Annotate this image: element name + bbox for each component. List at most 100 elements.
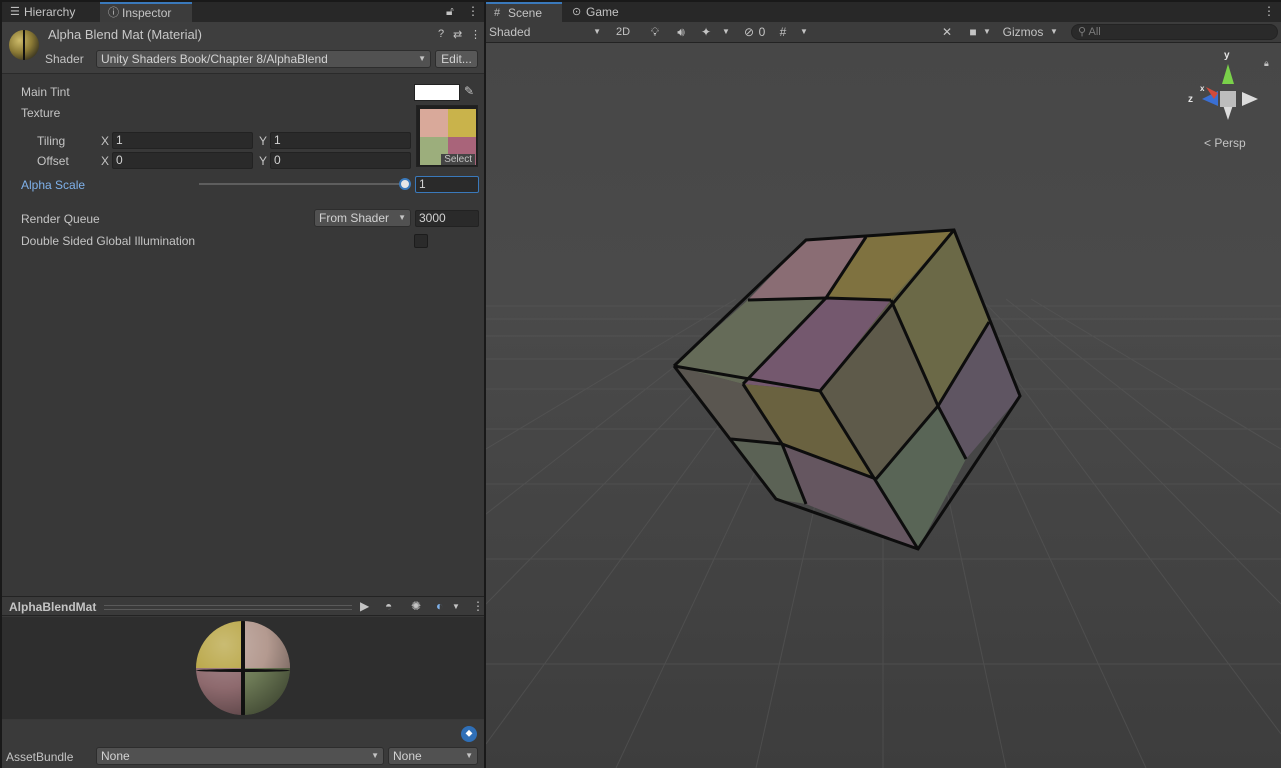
chevron-down-icon: ▼ bbox=[465, 751, 473, 760]
render-queue-label: Render Queue bbox=[21, 212, 100, 226]
material-thumbnail bbox=[9, 30, 39, 60]
asset-bundle-bar: ⬥ AssetBundle None ▼ None ▼ bbox=[2, 720, 484, 768]
preview-sphere bbox=[196, 621, 290, 715]
draw-mode-value: Shaded bbox=[489, 25, 531, 39]
render-queue-dropdown[interactable]: From Shader ▼ bbox=[314, 209, 411, 227]
chevron-down-icon: ▼ bbox=[371, 751, 379, 760]
sphere-mesh-icon[interactable]: ◓ bbox=[385, 599, 392, 613]
projection-label: Persp bbox=[1214, 136, 1246, 150]
shader-label: Shader bbox=[45, 52, 84, 66]
sphere-seam bbox=[196, 669, 290, 672]
tiling-x-axis-label: X bbox=[101, 134, 110, 148]
double-sided-gi-checkbox[interactable] bbox=[414, 234, 428, 248]
scene-view-panel: # Scene ⊙ Game ⋮ Shaded ▼ 2D 💡︎ 🔊︎ ✦ ▼ ⊘… bbox=[486, 2, 1281, 768]
inspector-header: Alpha Blend Mat (Material) ? ⇄ ⋮ Shader … bbox=[2, 22, 484, 74]
gizmo-y-label: y bbox=[1224, 50, 1230, 61]
list-icon: ☰ bbox=[10, 6, 20, 18]
asset-bundle-name-value: None bbox=[101, 749, 130, 763]
tab-scene[interactable]: # Scene bbox=[486, 2, 562, 22]
component-menu-icon[interactable]: ⋮ bbox=[470, 28, 481, 41]
texture-cell bbox=[448, 109, 476, 137]
chevron-down-icon[interactable]: ▼ bbox=[1048, 23, 1060, 41]
chevron-down-icon[interactable]: ▼ bbox=[798, 23, 810, 41]
texture-cell bbox=[420, 109, 448, 137]
lock-icon[interactable]: 🔓︎ bbox=[446, 4, 454, 19]
tab-game-label: Game bbox=[586, 5, 619, 19]
preview-title: AlphaBlendMat bbox=[9, 600, 97, 614]
alpha-scale-field[interactable]: 1 bbox=[415, 176, 479, 193]
alpha-scale-slider-track[interactable] bbox=[199, 183, 405, 185]
info-icon: ⓘ bbox=[108, 7, 119, 19]
hidden-count: 0 bbox=[758, 25, 766, 39]
scene-render: 🔒︎ bbox=[486, 44, 1281, 768]
asset-bundle-name-dropdown[interactable]: None ▼ bbox=[96, 747, 384, 765]
tab-hierarchy[interactable]: ☰ Hierarchy bbox=[2, 2, 100, 22]
preset-icon[interactable]: ⇄ bbox=[453, 28, 462, 41]
tab-game[interactable]: ⊙ Game bbox=[564, 2, 632, 22]
alpha-scale-slider-thumb[interactable] bbox=[399, 178, 411, 190]
draw-mode-dropdown[interactable]: Shaded ▼ bbox=[487, 23, 605, 41]
audio-icon[interactable]: 🔊︎ bbox=[672, 23, 690, 41]
gizmo-center bbox=[1220, 91, 1236, 107]
tiling-y-field[interactable]: 1 bbox=[270, 132, 411, 149]
effects-icon[interactable]: ✦ bbox=[697, 23, 715, 41]
more-menu-icon[interactable]: ⋮ bbox=[467, 4, 479, 18]
tab-hierarchy-label: Hierarchy bbox=[24, 5, 76, 19]
sphere-seam bbox=[241, 621, 245, 715]
eyedropper-icon[interactable]: ✎ bbox=[464, 84, 474, 98]
chevron-down-icon: ▼ bbox=[418, 54, 426, 63]
search-placeholder: All bbox=[1088, 26, 1101, 38]
chevron-down-icon[interactable]: ▼ bbox=[452, 602, 460, 611]
scene-tab-bar: # Scene ⊙ Game ⋮ bbox=[486, 2, 1281, 22]
projection-toggle[interactable]: < Persp bbox=[1204, 136, 1246, 150]
tab-inspector-label: Inspector bbox=[122, 6, 172, 20]
texture-label: Texture bbox=[21, 106, 61, 120]
double-sided-gi-label: Double Sided Global Illumination bbox=[21, 234, 196, 248]
tag-icon[interactable]: ⬥ bbox=[461, 726, 477, 742]
tiling-x-field[interactable]: 1 bbox=[112, 132, 253, 149]
chevron-down-icon: ▼ bbox=[593, 27, 601, 36]
more-menu-icon[interactable]: ⋮ bbox=[472, 599, 484, 613]
inspector-panel: ☰ Hierarchy ⓘ Inspector 🔓︎ ⋮ Alpha Blend… bbox=[2, 2, 484, 768]
play-icon[interactable]: ▶ bbox=[360, 599, 369, 613]
material-preview[interactable] bbox=[2, 617, 484, 719]
scene-search-input[interactable]: ⚲ All bbox=[1071, 24, 1278, 40]
gizmo-z-label: z bbox=[1188, 94, 1193, 105]
render-queue-field[interactable]: 3000 bbox=[415, 210, 479, 227]
lighting-icon[interactable]: 💡︎ bbox=[646, 23, 664, 41]
tab-inspector[interactable]: ⓘ Inspector bbox=[100, 2, 192, 22]
gizmos-button[interactable]: Gizmos bbox=[998, 23, 1048, 41]
preview-background-icon[interactable]: ◐ bbox=[436, 599, 443, 613]
chevron-down-icon[interactable]: ▼ bbox=[720, 23, 732, 41]
tiling-y-axis-label: Y bbox=[259, 134, 268, 148]
preview-resize-handle[interactable] bbox=[104, 605, 352, 610]
edit-shader-button[interactable]: Edit... bbox=[435, 50, 478, 68]
offset-x-field[interactable]: 0 bbox=[112, 152, 253, 169]
scene-toolbar: Shaded ▼ 2D 💡︎ 🔊︎ ✦ ▼ ⊘ 0 # ▼ ✕ ■ ▼ Gizm… bbox=[486, 22, 1281, 43]
grid-snap-icon[interactable]: # bbox=[774, 23, 792, 41]
gizmo-lock-icon: 🔒︎ bbox=[1264, 59, 1269, 69]
texture-select-button[interactable]: Select bbox=[441, 154, 475, 165]
offset-label: Offset bbox=[37, 154, 69, 168]
left-tab-bar: ☰ Hierarchy ⓘ Inspector 🔓︎ ⋮ bbox=[2, 2, 484, 22]
camera-icon[interactable]: ■ bbox=[964, 23, 982, 41]
offset-x-axis-label: X bbox=[101, 154, 110, 168]
2d-toggle[interactable]: 2D bbox=[610, 23, 636, 41]
texture-slot[interactable]: Select bbox=[416, 105, 478, 167]
more-menu-icon[interactable]: ⋮ bbox=[1263, 4, 1275, 18]
hidden-objects-icon[interactable]: ⊘ bbox=[740, 23, 758, 41]
chevron-down-icon[interactable]: ▼ bbox=[982, 23, 992, 41]
light-icon[interactable]: ✺ bbox=[411, 599, 421, 613]
scene-viewport[interactable]: 🔒︎ y z x < Persp bbox=[486, 44, 1281, 768]
chevron-down-icon: ▼ bbox=[398, 213, 406, 222]
preview-toolbar: AlphaBlendMat ▶ ◓ ✺ ◐ ▼ ⋮ bbox=[2, 596, 484, 616]
tools-icon[interactable]: ✕ bbox=[938, 23, 956, 41]
offset-y-field[interactable]: 0 bbox=[270, 152, 411, 169]
main-tint-color-field[interactable] bbox=[414, 84, 460, 101]
asset-bundle-variant-dropdown[interactable]: None ▼ bbox=[388, 747, 478, 765]
shader-dropdown[interactable]: Unity Shaders Book/Chapter 8/AlphaBlend … bbox=[96, 50, 431, 68]
perspective-icon: < bbox=[1204, 136, 1212, 150]
offset-y-axis-label: Y bbox=[259, 154, 268, 168]
tiling-label: Tiling bbox=[37, 134, 66, 148]
help-icon[interactable]: ? bbox=[438, 28, 444, 40]
